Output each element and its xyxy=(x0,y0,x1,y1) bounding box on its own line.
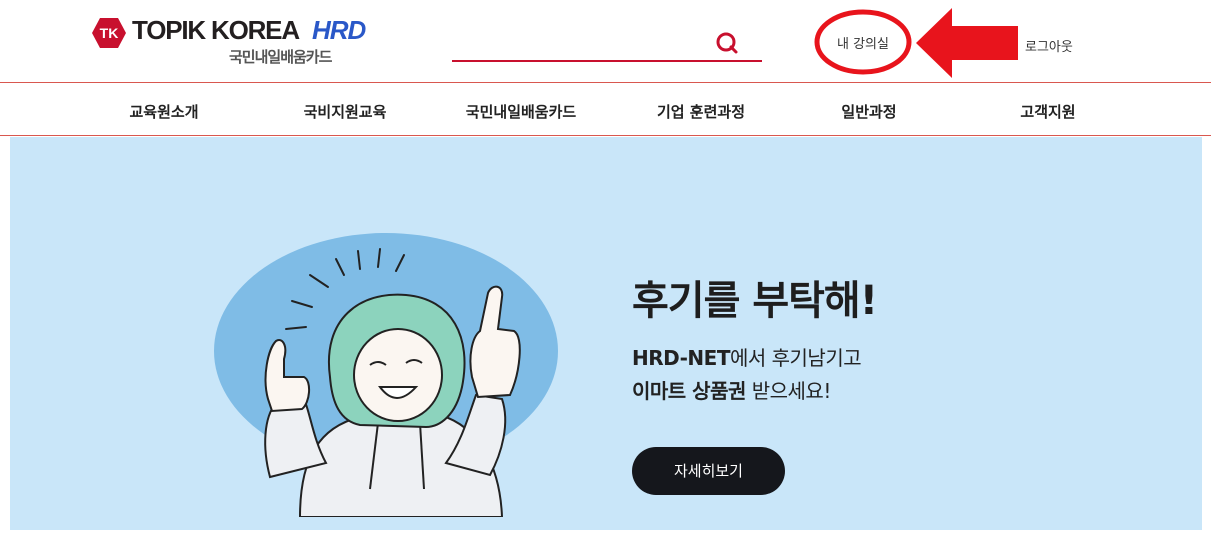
search-icon[interactable] xyxy=(714,30,740,56)
view-details-button[interactable]: 자세히보기 xyxy=(632,447,785,495)
thumbs-up-person-illustration xyxy=(214,233,558,517)
site-header: TK TOPIK KOREA HRD 국민내일배움카드 내 강의실 로그아웃 xyxy=(0,0,1211,83)
banner-line-2-rest: 받으세요! xyxy=(745,379,832,403)
nav-item-customer-support[interactable]: 고객지원 xyxy=(1020,101,1075,122)
banner-line-1-bold: HRD-NET xyxy=(632,346,730,370)
promo-banner: 후기를 부탁해! HRD-NET에서 후기남기고 이마트 상품권 받으세요! 자… xyxy=(10,137,1202,530)
nav-item-corporate-training[interactable]: 기업 훈련과정 xyxy=(657,101,745,122)
nav-item-about[interactable]: 교육원소개 xyxy=(129,101,198,122)
nav-item-general-courses[interactable]: 일반과정 xyxy=(841,101,896,122)
banner-title: 후기를 부탁해! xyxy=(632,278,878,324)
site-logo[interactable]: TK TOPIK KOREA HRD 국민내일배움카드 xyxy=(92,15,372,72)
logo-wordmark: TOPIK KOREA xyxy=(132,15,300,45)
nav-item-learning-card[interactable]: 국민내일배움카드 xyxy=(466,101,576,122)
logout-link[interactable]: 로그아웃 xyxy=(1025,36,1073,55)
my-classroom-link[interactable]: 내 강의실 xyxy=(813,8,913,76)
my-classroom-label: 내 강의실 xyxy=(837,37,889,52)
banner-line-2: 이마트 상품권 받으세요! xyxy=(632,375,861,408)
banner-line-2-bold: 이마트 상품권 xyxy=(632,379,746,403)
left-arrow-icon xyxy=(916,8,1018,78)
nav-item-government-education[interactable]: 국비지원교육 xyxy=(304,101,387,122)
main-nav: 교육원소개 국비지원교육 국민내일배움카드 기업 훈련과정 일반과정 고객지원 xyxy=(0,84,1211,136)
svg-text:TK: TK xyxy=(100,25,119,41)
logo-subtitle: 국민내일배움카드 xyxy=(229,48,332,66)
search-bar xyxy=(452,24,762,62)
banner-subtitle: HRD-NET에서 후기남기고 이마트 상품권 받으세요! xyxy=(632,342,862,408)
banner-line-1: HRD-NET에서 후기남기고 xyxy=(632,342,862,375)
search-input[interactable] xyxy=(452,24,702,58)
banner-line-1-rest: 에서 후기남기고 xyxy=(729,346,862,370)
logo-hrd: HRD xyxy=(312,15,366,45)
tk-badge-icon: TK xyxy=(92,18,126,48)
